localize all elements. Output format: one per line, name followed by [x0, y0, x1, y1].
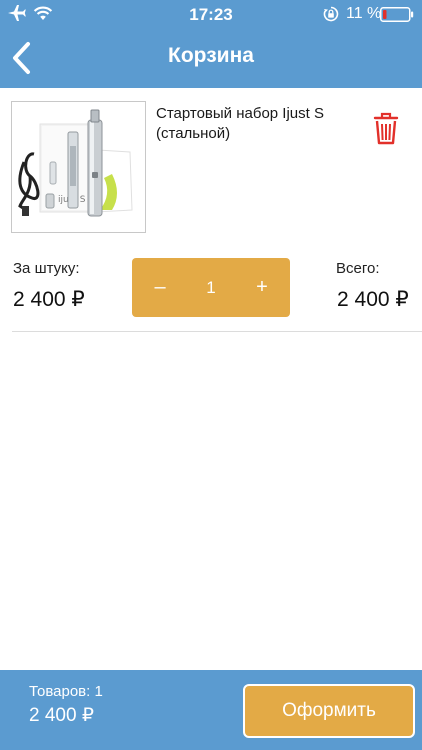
- battery-percent: 11 %: [346, 5, 382, 22]
- product-name[interactable]: Стартовый набор Ijust S (стальной): [156, 104, 356, 144]
- quantity-stepper: – 1 +: [132, 258, 290, 317]
- status-bar: 17:23 11 %: [0, 0, 422, 28]
- increase-button[interactable]: +: [236, 258, 288, 317]
- orientation-lock-icon: [323, 6, 339, 22]
- checkout-bar: Товаров: 1 2 400 ₽ Оформить: [0, 670, 422, 750]
- battery-low-icon: [380, 7, 414, 22]
- trash-icon[interactable]: [372, 110, 400, 146]
- decrease-button[interactable]: –: [134, 258, 186, 317]
- unit-price-label: За штуку:: [13, 260, 80, 277]
- items-count: Товаров: 1: [29, 683, 103, 700]
- cart-item: ijust S Стартовый набор Ijust S (стально…: [0, 88, 422, 333]
- page-title: Корзина: [168, 44, 254, 67]
- item-total-price: 2 400 ₽: [337, 288, 409, 311]
- quantity-value: 1: [206, 278, 216, 297]
- nav-bar: Корзина: [0, 28, 422, 88]
- item-total-label: Всего:: [336, 260, 380, 277]
- order-total: 2 400 ₽: [29, 705, 94, 726]
- checkout-button[interactable]: Оформить: [243, 684, 415, 738]
- unit-price: 2 400 ₽: [13, 288, 85, 311]
- product-photo: ijust S: [18, 109, 133, 217]
- header: 17:23 11 % Корзина: [0, 0, 422, 88]
- product-image[interactable]: ijust S: [11, 101, 146, 233]
- item-divider: [12, 331, 422, 332]
